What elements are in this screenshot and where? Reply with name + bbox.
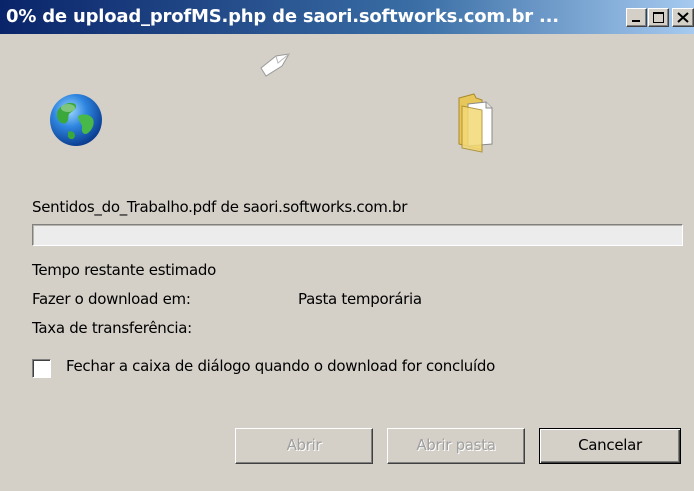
minimize-button[interactable]	[626, 8, 647, 27]
download-dialog: 0% de upload_profMS.php de saori.softwor…	[0, 0, 694, 491]
download-to-label: Fazer o download em:	[32, 290, 191, 308]
close-when-done-label[interactable]: Fechar a caixa de diálogo quando o downl…	[66, 357, 495, 375]
close-button[interactable]	[672, 8, 694, 27]
open-button[interactable]: Abrir	[235, 428, 373, 464]
flying-paper-icon	[260, 53, 290, 77]
time-remaining-label: Tempo restante estimado	[32, 261, 216, 279]
close-when-done-checkbox[interactable]	[32, 359, 51, 378]
title-bar[interactable]: 0% de upload_profMS.php de saori.softwor…	[0, 0, 694, 34]
window-title: 0% de upload_profMS.php de saori.softwor…	[6, 6, 559, 27]
transfer-rate-label: Taxa de transferência:	[32, 319, 192, 337]
cancel-button[interactable]: Cancelar	[539, 428, 681, 464]
download-to-value: Pasta temporária	[298, 290, 422, 308]
download-progress-bar	[32, 224, 683, 246]
download-source-text: Sentidos_do_Trabalho.pdf de saori.softwo…	[32, 198, 408, 216]
open-folder-button[interactable]: Abrir pasta	[387, 428, 525, 464]
globe-icon	[50, 94, 102, 146]
maximize-button[interactable]	[648, 8, 669, 27]
folder-icon	[458, 93, 493, 153]
close-icon	[677, 12, 689, 23]
